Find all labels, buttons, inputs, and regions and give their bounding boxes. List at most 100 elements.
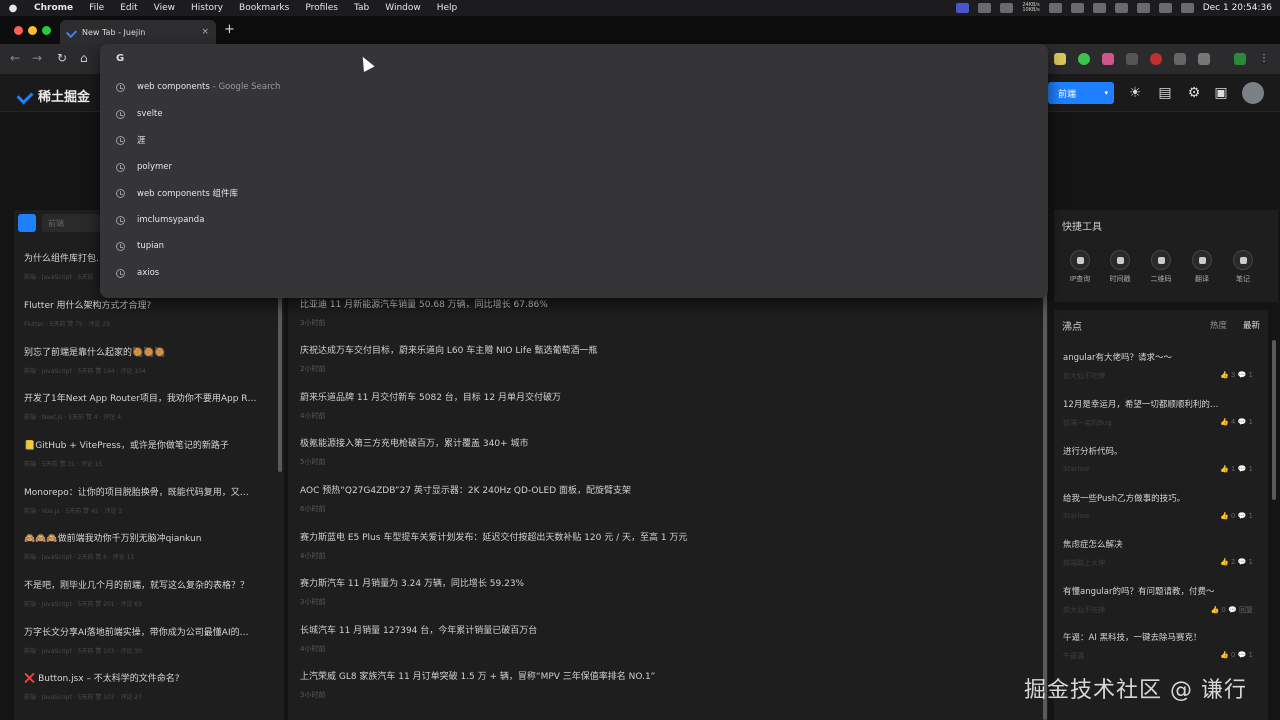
suggestion-item[interactable]: web components - Google Search xyxy=(100,76,1048,98)
list-item[interactable]: 午逼：AI 黑科技，一键去除马赛克！ 午逼逼 👍 0 💬 1 xyxy=(1063,631,1253,661)
menubar-clock[interactable]: Dec 1 20:54:36 xyxy=(1203,3,1272,13)
list-item[interactable]: 不是吧，刚毕业几个月的前端，就写这么复杂的表格？？ 前端 · JavaScript… xyxy=(24,578,264,608)
list-item[interactable]: 🙈🙈🙈做前端我劝你千万别无脑冲qiankun 前端 · JavaScript · … xyxy=(24,531,264,561)
list-item[interactable]: Flutter 用什么架构方式才合理? Flutter · 5天前 赞 75 · … xyxy=(24,298,264,328)
new-tab-icon[interactable]: + xyxy=(224,22,235,37)
wifi-icon[interactable] xyxy=(1158,3,1172,13)
gear-icon[interactable]: ⚙ xyxy=(1186,85,1202,101)
chevron-down-icon: ▾ xyxy=(1104,89,1108,97)
menu-view[interactable]: View xyxy=(146,3,183,13)
input-source-icon[interactable] xyxy=(1114,3,1128,13)
menu-chrome[interactable]: Chrome xyxy=(26,3,81,13)
puzzle-icon[interactable] xyxy=(1198,53,1210,65)
pin-stats: 👍 0 💬 1 xyxy=(1219,512,1253,520)
ip-lookup-tool[interactable]: IP查询 xyxy=(1066,250,1094,284)
back-icon[interactable]: ← xyxy=(10,51,20,65)
list-item[interactable]: Monorepo：让你的项目脱胎换骨，既能代码复用，又… 前端 · Vue.js … xyxy=(24,485,264,515)
article-meta: 前端 · JavaScript · 5天前 赞 103 · 评论 30 xyxy=(24,648,142,655)
pin-title: 进行分析代码。 xyxy=(1063,447,1123,457)
scrollbar[interactable] xyxy=(1272,340,1276,500)
bluetooth-icon[interactable] xyxy=(1136,3,1150,13)
suggestion-item[interactable]: web components 组件库 xyxy=(100,182,1048,204)
screen-record-icon[interactable] xyxy=(956,3,970,13)
extension-icon[interactable] xyxy=(1102,53,1114,65)
profile-icon[interactable] xyxy=(1234,53,1246,65)
home-icon[interactable]: ⌂ xyxy=(80,51,88,65)
menu-edit[interactable]: Edit xyxy=(112,3,145,13)
tab-hot[interactable]: 热度 xyxy=(1210,319,1227,331)
menu-help[interactable]: Help xyxy=(429,3,466,13)
category-label: 前端 xyxy=(1058,89,1077,100)
list-item[interactable]: 赛力斯汽车 11 月销量为 3.24 万辆，同比增长 59.23% 3小时前 xyxy=(300,576,1000,607)
qrcode-tool[interactable]: 二维码 xyxy=(1147,250,1175,284)
menu-window[interactable]: Window xyxy=(377,3,429,13)
tab-latest[interactable]: 最新 xyxy=(1243,319,1260,331)
minimize-window-icon[interactable] xyxy=(28,26,37,35)
memory-icon[interactable] xyxy=(1048,3,1062,13)
reload-icon[interactable]: ↻ xyxy=(57,51,67,65)
list-item[interactable]: 有懂angular的吗？有问题请教，付费～ 前大仙不吃辣 👍 0 💬 回复 xyxy=(1063,585,1253,615)
zoom-window-icon[interactable] xyxy=(42,26,51,35)
suggestion-item[interactable]: 涯 xyxy=(100,129,1048,151)
suggestion-item[interactable]: svelte xyxy=(100,103,1048,125)
omnibox-dropdown[interactable]: G web components - Google Search svelte 涯… xyxy=(100,44,1048,298)
suggestion-item[interactable]: imclumsypanda xyxy=(100,209,1048,231)
list-item[interactable]: AOC 预热“Q27G4ZDB”27 英寸显示器：2K 240Hz QD-OLE… xyxy=(300,483,1000,514)
browser-tab[interactable]: New Tab - Juejin × xyxy=(60,20,216,44)
more-menu-icon[interactable]: ⋮ xyxy=(1258,53,1270,65)
menu-tab[interactable]: Tab xyxy=(346,3,377,13)
close-tab-icon[interactable]: × xyxy=(201,27,209,37)
suggestion-item[interactable]: tupian xyxy=(100,235,1048,257)
list-item[interactable]: 万字长文分享AI落地前端实操，带你成为公司最懂AI的… 前端 · JavaScri… xyxy=(24,625,264,655)
timestamp-tool[interactable]: 时间戳 xyxy=(1106,250,1134,284)
extension-icon[interactable] xyxy=(1150,53,1162,65)
close-window-icon[interactable] xyxy=(14,26,23,35)
list-item[interactable]: 比亚迪 11 月新能源汽车销量 50.68 万辆，同比增长 67.86% 3小时前 xyxy=(300,297,1000,328)
clock-icon xyxy=(1110,250,1130,270)
gift-icon[interactable]: ▣ xyxy=(1213,85,1229,101)
layout-icon[interactable]: ▤ xyxy=(1157,85,1173,101)
tool-label: 笔记 xyxy=(1236,275,1250,283)
suggestion-text: 涯 xyxy=(137,136,146,146)
category-select-button[interactable]: 前端 ▾ xyxy=(1048,82,1114,104)
menu-file[interactable]: File xyxy=(81,3,112,13)
avatar[interactable] xyxy=(1242,82,1264,104)
list-item[interactable]: 📒GitHub + VitePress，或许是你做笔记的新路子 前端 · 5天前 … xyxy=(24,438,264,468)
notes-tool[interactable]: 笔记 xyxy=(1229,250,1257,284)
list-item[interactable]: 进行分析代码。 Starlaw 👍 1 💬 1 xyxy=(1063,445,1253,473)
suggestion-item[interactable]: polymer xyxy=(100,156,1048,178)
clipboard-icon[interactable] xyxy=(978,3,992,13)
column-category-select[interactable]: 前端 xyxy=(42,214,100,232)
scrollbar[interactable] xyxy=(1043,290,1047,720)
list-item[interactable]: ❌ Button.jsx – 不太科学的文件命名? 前端 · JavaScript… xyxy=(24,671,264,701)
apple-icon[interactable]: ● xyxy=(0,3,26,14)
list-item[interactable]: 上汽荣威 GL8 家族汽车 11 月订单突破 1.5 万 + 辆，冒称“MPV … xyxy=(300,669,1000,700)
extension-icon[interactable] xyxy=(1174,53,1186,65)
extension-icon[interactable] xyxy=(1054,53,1066,65)
list-item[interactable]: 别忘了前端是靠什么起家的🥘🥘🥘 前端 · JavaScript · 5天前 赞 1… xyxy=(24,345,264,375)
menu-history[interactable]: History xyxy=(183,3,231,13)
list-item[interactable]: 给我一些Push乙方做事的技巧。 Starlaw 👍 0 💬 1 xyxy=(1063,492,1253,520)
theme-sun-icon[interactable]: ☀ xyxy=(1127,85,1143,101)
menu-profiles[interactable]: Profiles xyxy=(297,3,346,13)
list-item[interactable]: 庆祝达成万车交付目标，蔚来乐道向 L60 车主赠 NIO Life 甄选葡萄酒一… xyxy=(300,343,1000,374)
list-item[interactable]: 12月是幸运月，希望一切都顺顺利利的… 前端一名的Bug 👍 4 💬 1 xyxy=(1063,398,1253,428)
list-item[interactable]: 焦虑症怎么解决 前端路上大神 👍 2 💬 1 xyxy=(1063,538,1253,568)
battery-icon[interactable] xyxy=(1070,3,1084,13)
list-item[interactable]: 开发了1年Next App Router项目，我劝你不要用App R… 前端 · … xyxy=(24,391,264,421)
display-icon[interactable] xyxy=(1000,3,1014,13)
control-center-icon[interactable] xyxy=(1180,3,1194,13)
list-item[interactable]: 极氪能源接入第三方充电枪破百万，累计覆盖 340+ 城市 5小时前 xyxy=(300,436,1000,467)
juejin-logo[interactable]: 稀土掘金 xyxy=(16,86,90,105)
list-item[interactable]: 赛力斯蓝电 E5 Plus 车型提车关爱计划发布：延迟交付按超出天数补贴 120… xyxy=(300,530,1000,561)
extension-icon[interactable] xyxy=(1126,53,1138,65)
translate-tool[interactable]: 翻译 xyxy=(1188,250,1216,284)
list-item[interactable]: 蔚来乐道品牌 11 月交付新车 5082 台，目标 12 月单月交付破万 4小时前 xyxy=(300,390,1000,421)
forward-icon[interactable]: → xyxy=(32,51,42,65)
extension-icon[interactable] xyxy=(1078,53,1090,65)
cloud-icon[interactable] xyxy=(1092,3,1106,13)
list-item[interactable]: angular有大佬吗？请求～～ 前大仙不吃辣 👍 3 💬 1 xyxy=(1063,351,1253,381)
list-item[interactable]: 长城汽车 11 月销量 127394 台，今年累计销量已破百万台 4小时前 xyxy=(300,623,1000,654)
menu-bookmarks[interactable]: Bookmarks xyxy=(231,3,297,13)
suggestion-item[interactable]: axios xyxy=(100,262,1048,284)
